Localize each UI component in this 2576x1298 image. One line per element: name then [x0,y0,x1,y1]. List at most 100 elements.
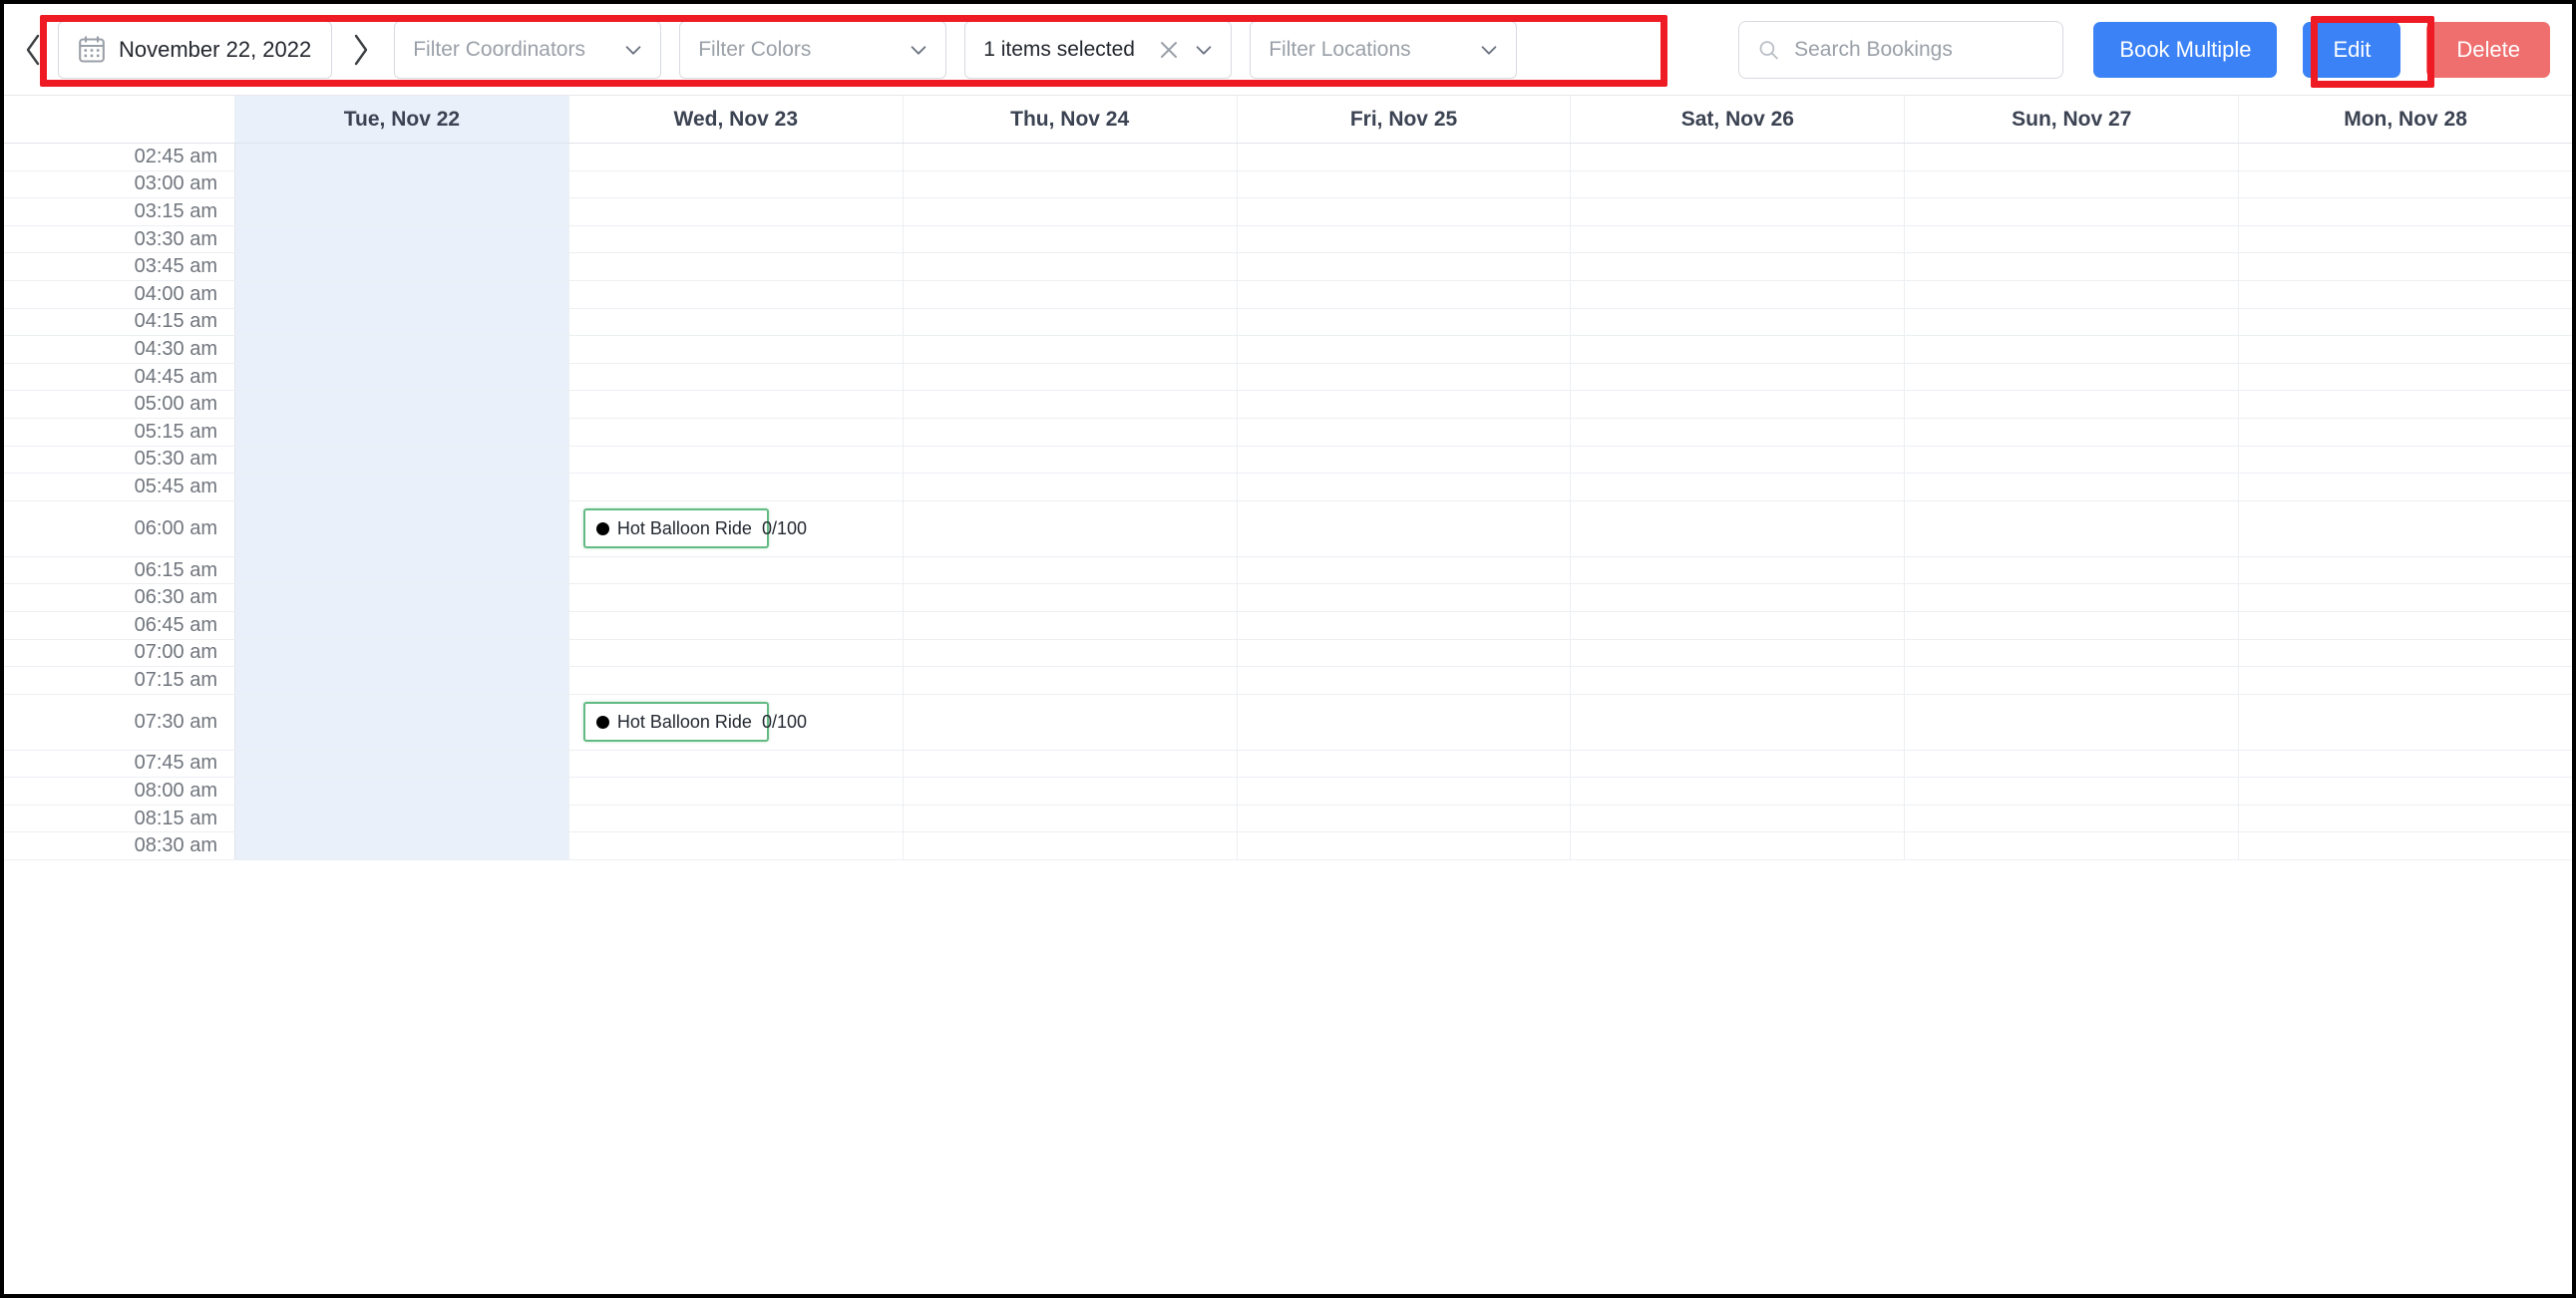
calendar-cell[interactable] [1905,280,2240,308]
calendar-cell[interactable] [1237,474,1572,500]
calendar-cell[interactable] [1905,750,2240,778]
calendar-cell[interactable] [1237,418,1572,446]
calendar-cell[interactable] [1905,474,2240,500]
calendar-cell[interactable] [568,280,904,308]
calendar-cell[interactable] [1905,694,2240,750]
calendar-cell[interactable] [1905,500,2240,556]
calendar-cell[interactable] [235,750,569,778]
edit-button[interactable]: Edit [2303,21,2401,78]
calendar-grid[interactable]: 02:45 am 03:00 am 03:15 am 03:30 am 03:45 am… [4,144,2572,1294]
calendar-cell[interactable] [903,556,1238,584]
calendar-cell[interactable] [568,750,904,778]
calendar-cell[interactable] [2239,474,2572,500]
calendar-cell[interactable] [1905,556,2240,584]
calendar-cell[interactable] [2239,611,2572,639]
day-header-5[interactable]: Sun, Nov 27 [1905,96,2240,143]
calendar-cell[interactable] [903,778,1238,805]
calendar-cell[interactable] [903,225,1238,253]
calendar-cell[interactable] [1905,778,2240,805]
calendar-cell[interactable] [903,611,1238,639]
calendar-cell[interactable] [1237,446,1572,474]
day-header-6[interactable]: Mon, Nov 28 [2239,96,2572,143]
calendar-cell[interactable] [2239,363,2572,391]
calendar-cell[interactable] [568,336,904,363]
search-input[interactable] [1794,37,2045,62]
calendar-cell[interactable] [235,391,569,418]
calendar-cell[interactable] [1571,500,1906,556]
calendar-cell[interactable] [1237,750,1572,778]
calendar-cell[interactable] [1237,170,1572,198]
calendar-cell[interactable] [2239,584,2572,611]
date-picker-button[interactable]: November 22, 2022 [58,20,333,79]
calendar-cell[interactable] [903,667,1238,694]
calendar-cell[interactable] [568,667,904,694]
calendar-cell[interactable] [2239,694,2572,750]
calendar-cell[interactable] [1905,363,2240,391]
day-header-1[interactable]: Wed, Nov 23 [568,96,904,143]
calendar-cell[interactable] [903,750,1238,778]
calendar-cell[interactable] [1571,694,1906,750]
calendar-cell[interactable] [1905,639,2240,667]
calendar-cell[interactable] [1571,170,1906,198]
delete-button[interactable]: Delete [2426,21,2550,78]
calendar-cell[interactable] [903,500,1238,556]
calendar-cell[interactable] [2239,556,2572,584]
calendar-cell[interactable] [1571,584,1906,611]
calendar-cell[interactable] [1905,446,2240,474]
calendar-cell[interactable] [568,170,904,198]
previous-day-button[interactable] [18,26,48,74]
calendar-cell[interactable] [903,363,1238,391]
calendar-cell[interactable] [1237,805,1572,832]
calendar-cell[interactable] [235,832,569,860]
calendar-cell[interactable] [1905,308,2240,336]
calendar-cell[interactable] [1237,391,1572,418]
day-header-3[interactable]: Fri, Nov 25 [1237,96,1572,143]
calendar-cell[interactable] [1571,446,1906,474]
calendar-cell[interactable] [235,611,569,639]
search-bookings-box[interactable] [1738,20,2064,79]
calendar-cell[interactable] [235,144,569,170]
calendar-cell[interactable] [1237,832,1572,860]
calendar-cell[interactable] [903,418,1238,446]
calendar-cell[interactable]: Hot Balloon Ride 0/100 [568,694,904,750]
calendar-cell[interactable] [1237,667,1572,694]
calendar-cell[interactable] [1237,198,1572,225]
calendar-cell[interactable] [1571,639,1906,667]
calendar-cell[interactable] [1571,336,1906,363]
calendar-cell[interactable] [1571,144,1906,170]
calendar-cell[interactable] [1905,225,2240,253]
calendar-cell[interactable] [2239,778,2572,805]
calendar-cell[interactable] [1237,225,1572,253]
calendar-cell[interactable] [1571,418,1906,446]
calendar-cell[interactable] [2239,667,2572,694]
calendar-cell[interactable] [1571,805,1906,832]
calendar-cell[interactable] [235,363,569,391]
calendar-cell[interactable] [1905,391,2240,418]
calendar-cell[interactable] [903,446,1238,474]
next-day-button[interactable] [346,26,376,74]
calendar-cell[interactable] [1237,280,1572,308]
calendar-cell[interactable] [1237,253,1572,280]
calendar-cell[interactable] [903,584,1238,611]
calendar-cell[interactable] [2239,280,2572,308]
calendar-cell[interactable] [2239,750,2572,778]
calendar-cell[interactable] [2239,144,2572,170]
calendar-cell[interactable] [2239,805,2572,832]
calendar-cell[interactable] [568,474,904,500]
filter-locations-dropdown[interactable]: Filter Locations [1250,20,1518,79]
booking-chip[interactable]: Hot Balloon Ride 0/100 [582,702,807,743]
calendar-cell[interactable] [568,805,904,832]
calendar-cell[interactable] [235,474,569,500]
calendar-cell[interactable] [1237,694,1572,750]
calendar-cell[interactable] [1905,418,2240,446]
calendar-cell[interactable] [568,611,904,639]
calendar-cell[interactable] [2239,639,2572,667]
calendar-cell[interactable] [1237,144,1572,170]
day-header-4[interactable]: Sat, Nov 26 [1571,96,1906,143]
calendar-cell[interactable] [235,446,569,474]
calendar-cell[interactable] [2239,225,2572,253]
calendar-cell[interactable] [568,778,904,805]
calendar-cell[interactable] [235,336,569,363]
calendar-cell[interactable] [903,144,1238,170]
day-header-2[interactable]: Thu, Nov 24 [903,96,1238,143]
